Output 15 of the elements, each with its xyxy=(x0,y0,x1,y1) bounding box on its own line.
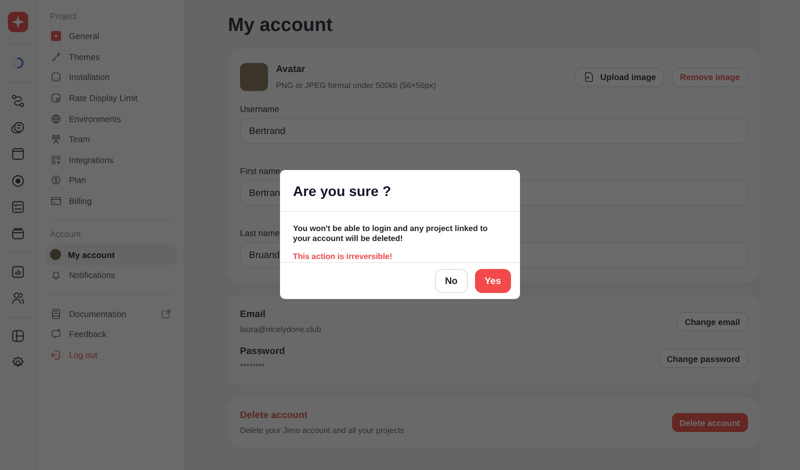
field-label: Last name xyxy=(240,228,280,238)
field-label: Username xyxy=(240,104,280,114)
field-label: First name xyxy=(240,166,280,176)
danger-title: Delete account xyxy=(240,410,309,421)
credential-label: Password xyxy=(240,346,285,357)
avatar-label: Avatar xyxy=(276,64,306,75)
dialog-warning: This action is irreversible! xyxy=(293,252,394,262)
avatar-hint: PNG or JPEG format under 500kb (56×56px) xyxy=(276,81,437,90)
dialog-title: Are you sure ? xyxy=(280,170,520,212)
credential-value: laura@nicelydone.club xyxy=(240,325,322,334)
dialog-message: You won't be able to login and any project linked to your account will be deleted! xyxy=(293,224,489,244)
credential-value: ******** xyxy=(240,362,266,371)
credential-label: Email xyxy=(240,309,266,320)
danger-description: Delete your Jimo account and all your projects xyxy=(240,426,404,435)
page-title: My account xyxy=(228,15,334,37)
